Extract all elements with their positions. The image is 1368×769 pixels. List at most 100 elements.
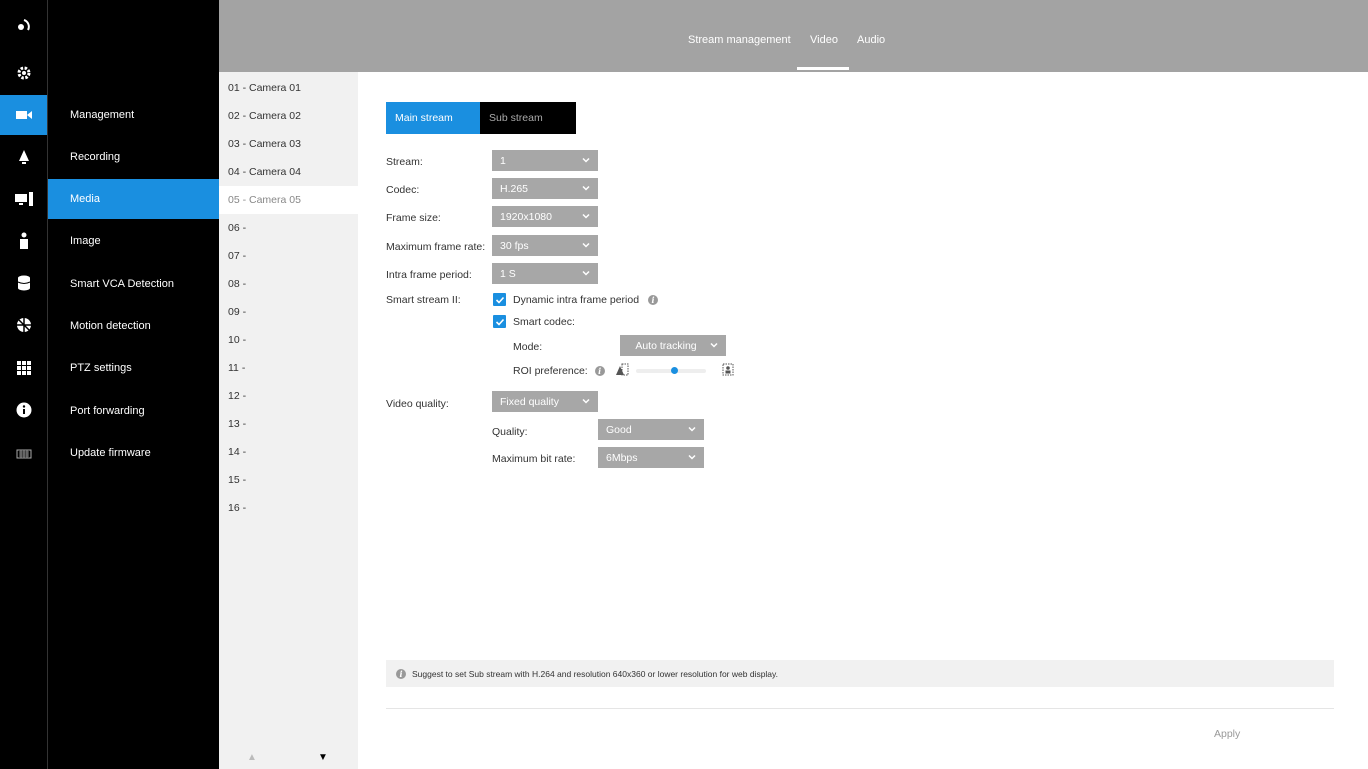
codec-label: Codec:	[386, 184, 420, 196]
stream-label: Stream:	[386, 156, 423, 168]
menu-item-recording[interactable]: Recording	[48, 137, 219, 177]
max-bit-rate-label: Maximum bit rate:	[492, 453, 576, 465]
smart-codec-checkbox[interactable]	[493, 315, 506, 328]
camera-item[interactable]: 07 -	[219, 242, 358, 270]
gear-icon[interactable]	[0, 53, 47, 93]
camera-list: 01 - Camera 01 02 - Camera 02 03 - Camer…	[219, 72, 358, 769]
frame-size-value: 1920x1080	[500, 210, 552, 223]
camera-item[interactable]: 09 -	[219, 298, 358, 326]
scroll-up-icon[interactable]: ▲	[247, 752, 257, 763]
menu-item-label: Motion detection	[70, 320, 151, 332]
active-tab-indicator	[797, 67, 849, 70]
camera-icon[interactable]	[0, 95, 47, 135]
main-stream-tab[interactable]: Main stream	[386, 102, 480, 134]
camera-item[interactable]: 10 -	[219, 326, 358, 354]
max-bit-rate-select[interactable]: 6Mbps	[598, 447, 704, 468]
info-icon[interactable]: i	[594, 366, 605, 377]
intra-frame-period-label: Intra frame period:	[386, 269, 472, 281]
chevron-down-icon	[688, 454, 696, 460]
roi-preference-label: ROI preference: i	[513, 365, 605, 377]
menu-item-smart-vca[interactable]: Smart VCA Detection	[48, 264, 219, 304]
sidebar-menu: Management Recording Media Image Smart V…	[48, 0, 219, 769]
network-icon[interactable]	[0, 305, 47, 345]
roi-slider-knob[interactable]	[671, 367, 678, 374]
chevron-down-icon	[582, 185, 590, 191]
frame-size-select[interactable]: 1920x1080	[492, 206, 598, 227]
camera-item[interactable]: 03 - Camera 03	[219, 130, 358, 158]
menu-item-motion-detection[interactable]: Motion detection	[48, 306, 219, 346]
video-quality-value: Fixed quality	[500, 395, 559, 408]
camera-item[interactable]: 04 - Camera 04	[219, 158, 358, 186]
tab-audio[interactable]: Audio	[857, 34, 885, 46]
checkmark-icon	[495, 318, 504, 326]
menu-item-update-firmware[interactable]: Update firmware	[48, 433, 219, 473]
frame-size-label: Frame size:	[386, 212, 441, 224]
icon-rail	[0, 0, 48, 769]
logo-icon[interactable]	[0, 12, 47, 38]
stream-select[interactable]: 1	[492, 150, 598, 171]
camera-item[interactable]: 01 - Camera 01	[219, 74, 358, 102]
user-icon[interactable]	[0, 221, 47, 261]
camera-item[interactable]: 12 -	[219, 382, 358, 410]
chevron-down-icon	[582, 398, 590, 404]
chevron-down-icon	[710, 342, 718, 348]
camera-item[interactable]: 02 - Camera 02	[219, 102, 358, 130]
scroll-down-icon[interactable]: ▼	[318, 752, 328, 763]
max-frame-rate-select[interactable]: 30 fps	[492, 235, 598, 256]
menu-item-label: Management	[70, 109, 135, 121]
chevron-down-icon	[582, 270, 590, 276]
video-quality-label: Video quality:	[386, 398, 449, 410]
stream-value: 1	[500, 154, 506, 167]
camera-item[interactable]: 14 -	[219, 438, 358, 466]
menu-item-media[interactable]: Media	[48, 179, 219, 219]
divider	[386, 708, 1334, 709]
chevron-down-icon	[582, 242, 590, 248]
checkmark-icon	[495, 296, 504, 304]
tab-video[interactable]: Video	[810, 34, 838, 46]
mode-select[interactable]: Auto tracking	[620, 335, 726, 356]
intra-frame-period-value: 1 S	[500, 267, 516, 280]
database-icon[interactable]	[0, 263, 47, 303]
camera-item-selected[interactable]: 05 - Camera 05	[219, 186, 358, 214]
video-quality-select[interactable]: Fixed quality	[492, 391, 598, 412]
camera-item[interactable]: 15 -	[219, 466, 358, 494]
grid-icon[interactable]	[0, 348, 47, 388]
intra-frame-period-select[interactable]: 1 S	[492, 263, 598, 284]
camera-item[interactable]: 13 -	[219, 410, 358, 438]
chevron-down-icon	[582, 213, 590, 219]
codec-select[interactable]: H.265	[492, 178, 598, 199]
camera-item[interactable]: 11 -	[219, 354, 358, 382]
dynamic-intra-checkbox[interactable]	[493, 293, 506, 306]
stream-toggle: Main stream Sub stream	[386, 102, 576, 134]
max-frame-rate-label: Maximum frame rate:	[386, 241, 486, 253]
menu-item-management[interactable]: Management	[48, 95, 219, 135]
camera-item[interactable]: 16 -	[219, 494, 358, 522]
keyboard-icon[interactable]	[0, 433, 47, 473]
menu-item-label: Media	[70, 193, 100, 205]
info-icon: i	[396, 668, 406, 679]
camera-item[interactable]: 06 -	[219, 214, 358, 242]
bell-icon[interactable]	[0, 137, 47, 177]
camera-item[interactable]: 08 -	[219, 270, 358, 298]
roi-slider[interactable]	[636, 367, 706, 374]
menu-item-image[interactable]: Image	[48, 221, 219, 261]
info-icon[interactable]: i	[647, 295, 658, 306]
quality-value: Good	[606, 423, 632, 436]
sub-stream-tab[interactable]: Sub stream	[480, 102, 576, 134]
video-settings-panel: Main stream Sub stream Stream: 1 Codec: …	[358, 72, 1368, 769]
mode-label: Mode:	[513, 341, 543, 353]
monitor-icon[interactable]	[0, 179, 47, 219]
menu-item-label: Recording	[70, 151, 121, 163]
mode-value: Auto tracking	[635, 339, 697, 352]
smart-codec-label: Smart codec:	[513, 316, 575, 328]
quality-select[interactable]: Good	[598, 419, 704, 440]
apply-button[interactable]: Apply	[1214, 728, 1240, 740]
menu-item-label: PTZ settings	[70, 362, 132, 374]
menu-item-ptz-settings[interactable]: PTZ settings	[48, 348, 219, 388]
tab-stream-management[interactable]: Stream management	[688, 34, 791, 46]
dynamic-intra-label: Dynamic intra frame period i	[513, 294, 658, 306]
max-frame-rate-value: 30 fps	[500, 239, 529, 252]
menu-item-port-forwarding[interactable]: Port forwarding	[48, 391, 219, 431]
chevron-down-icon	[582, 157, 590, 163]
info-icon[interactable]	[0, 390, 47, 430]
